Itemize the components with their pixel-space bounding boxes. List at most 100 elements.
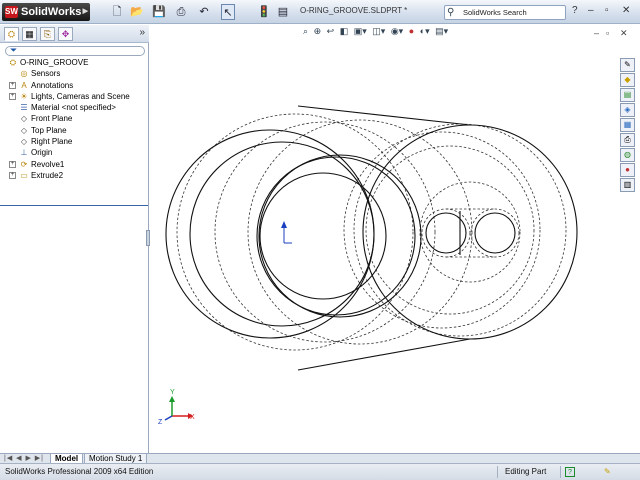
open-icon[interactable]: 📂 [130, 4, 144, 20]
rendering-icon[interactable]: ◍ [620, 148, 635, 162]
print-icon[interactable]: ⎙ [174, 4, 188, 20]
previous-view-icon[interactable]: ↩ [327, 26, 335, 36]
select-icon[interactable]: ↖ [221, 4, 235, 20]
propertymanager-tab-icon[interactable]: ▦ [22, 27, 37, 41]
featuremanager-tabs: ⛭ ▦ ⎘ ✥ » [0, 25, 149, 43]
tree-item-lights-cameras-and-scene[interactable]: + ☀ Lights, Cameras and Scene [0, 91, 148, 102]
search-box[interactable]: ⚲ SolidWorks Search [444, 5, 566, 20]
search-input[interactable]: SolidWorks Search [463, 8, 527, 17]
hidden-edge [176, 113, 414, 351]
status-separator [497, 466, 498, 478]
zoom-to-area-icon[interactable]: ⊕ [314, 26, 322, 36]
front-outer-edge [165, 129, 375, 339]
origin-icon: ⊥ [20, 148, 28, 158]
search-icon: ⚲ [447, 7, 455, 18]
title-bar: SW SolidWorks ▶ 🗋 📂 💾 ⎙ ↶ ↖ 🚦 ▤ O-RING_G… [0, 0, 640, 24]
rebuild-status-icon[interactable]: ✎ [604, 467, 611, 476]
reference-triad: X Y Z [158, 389, 195, 426]
task-pane: ✎ ◆ ▤ ◈ ▦ ⎙ ◍ ● ▥ [620, 58, 636, 208]
sensors-icon: ◎ [20, 69, 28, 79]
tree-item-front-plane[interactable]: ◇ Front Plane [0, 113, 148, 124]
design-library-icon[interactable]: ◆ [620, 73, 635, 87]
display-style-icon[interactable]: ◫▾ [372, 26, 385, 36]
solidworks-menu-button[interactable]: SW SolidWorks ▶ [2, 3, 90, 21]
custom-properties-icon[interactable]: ▥ [620, 178, 635, 192]
tree-root[interactable]: ⛭ O-RING_GROOVE [0, 57, 148, 68]
expand-icon[interactable]: + [9, 160, 16, 168]
tree-item-right-plane[interactable]: ◇ Right Plane [0, 136, 148, 147]
hidden-edge [247, 119, 473, 345]
dimxpert-tab-icon[interactable]: ✥ [58, 27, 73, 41]
restore-icon[interactable]: ▫ [605, 5, 609, 16]
graphics-area[interactable]: X Y Z [150, 25, 618, 453]
tree-item-label: Lights, Cameras and Scene [31, 91, 130, 101]
undo-icon[interactable]: ↶ [197, 4, 211, 20]
solidworks-resources-icon[interactable]: ✎ [620, 58, 635, 72]
menu-arrow-icon: ▶ [82, 8, 88, 15]
tree-item-label: Right Plane [31, 137, 73, 147]
plane-icon: ◇ [20, 137, 28, 147]
plane-icon: ◇ [20, 125, 28, 135]
expand-panel-icon[interactable]: » [139, 27, 145, 38]
triad-z-label: Z [158, 419, 163, 426]
configurationmanager-tab-icon[interactable]: ⎘ [40, 27, 55, 41]
new-icon[interactable]: 🗋 [110, 4, 124, 20]
tree-item-annotations[interactable]: + A Annotations [0, 80, 148, 91]
tree-item-origin[interactable]: ⊥ Origin [0, 147, 148, 158]
quick-tips-icon[interactable]: ? [565, 467, 575, 477]
appearances-icon[interactable]: ● [620, 163, 635, 177]
silhouette-top [297, 105, 471, 126]
featuremanager-tab-icon[interactable]: ⛭ [4, 27, 19, 41]
tree-item-label: Front Plane [31, 114, 73, 124]
options-icon[interactable]: ▤ [276, 4, 290, 20]
expand-icon[interactable]: + [9, 92, 16, 100]
expand-icon[interactable]: + [9, 171, 16, 179]
tree-item-label: Revolve1 [31, 159, 65, 169]
tree-item-sensors[interactable]: ◎ Sensors [0, 68, 148, 79]
viewport-minimize-icon[interactable]: – [594, 28, 599, 38]
view-orientation-icon[interactable]: ▣▾ [354, 26, 367, 36]
status-mode: Editing Part [505, 467, 547, 476]
window-title: O-RING_GROOVE.SLDPRT * [300, 6, 408, 15]
document-recovery-icon[interactable]: ⎙ [620, 133, 635, 147]
feature-filter-input[interactable]: ⏷ [5, 45, 145, 56]
tree-item-revolve1[interactable]: + ⟳ Revolve1 [0, 159, 148, 170]
view-settings-icon[interactable]: ▤▾ [435, 26, 448, 36]
view-palette-icon[interactable]: ▦ [620, 118, 635, 132]
tree-item-top-plane[interactable]: ◇ Top Plane [0, 125, 148, 136]
heads-up-view-toolbar: ⌕ ⊕ ↩ ◧ ▣▾ ◫▾ ◉▾ ● ◐▾ ▤▾ [303, 26, 451, 40]
file-explorer-icon[interactable]: ▤ [620, 88, 635, 102]
part-icon: ⛭ [9, 58, 17, 67]
hidden-lines [176, 113, 567, 351]
hidden-edge [470, 208, 520, 258]
help-icon[interactable]: ? [572, 5, 578, 16]
edit-appearance-icon[interactable]: ● [409, 26, 414, 36]
origin-marker [281, 221, 292, 244]
close-icon[interactable]: ✕ [622, 5, 630, 16]
viewport-close-icon[interactable]: ✕ [620, 28, 628, 39]
save-icon[interactable]: 💾 [152, 4, 166, 20]
tree-item-label: Extrude2 [31, 170, 64, 180]
apply-scene-icon[interactable]: ◐▾ [420, 26, 430, 36]
app-logo-text: SolidWorks [21, 6, 82, 18]
hidden-edge [365, 145, 535, 315]
rebuild-icon[interactable]: 🚦 [257, 4, 271, 20]
zoom-to-fit-icon[interactable]: ⌕ [303, 26, 308, 36]
expand-icon[interactable]: + [9, 81, 16, 89]
hide-show-items-icon[interactable]: ◉▾ [391, 26, 403, 36]
groove-edge-2 [258, 154, 422, 318]
section-view-icon[interactable]: ◧ [340, 26, 349, 36]
status-edition: SolidWorks Professional 2009 x64 Edition [5, 467, 154, 476]
triad-y-label: Y [170, 389, 175, 396]
tree-item-material-not-specified[interactable]: ☰ Material <not specified> [0, 102, 148, 113]
tab-scroll-arrows-icon[interactable]: |◀ ◀ ▶ ▶| [4, 454, 44, 462]
model-view: X Y Z [158, 105, 578, 426]
feature-tree: ⛭ O-RING_GROOVE ◎ Sensors + A Annotations + ☀ L… [0, 57, 148, 181]
status-bar: SolidWorks Professional 2009 x64 Edition… [0, 463, 640, 480]
minimize-icon[interactable]: – [588, 5, 594, 16]
viewport-restore-icon[interactable]: ▫ [606, 28, 609, 38]
tree-item-label: Origin [31, 148, 53, 158]
search-results-icon[interactable]: ◈ [620, 103, 635, 117]
tree-item-extrude2[interactable]: + ▭ Extrude2 [0, 170, 148, 181]
material-icon: ☰ [20, 103, 28, 113]
